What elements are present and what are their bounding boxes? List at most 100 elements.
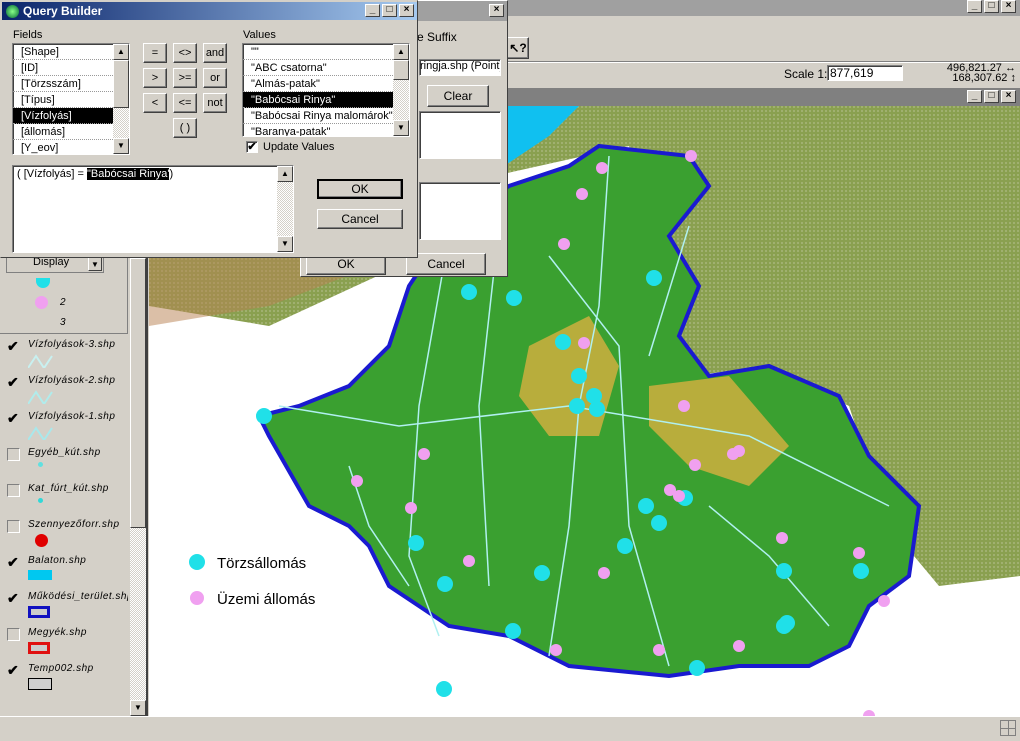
layer-item[interactable]: Egyéb_kút.shp (0, 444, 128, 480)
fields-scrollbar[interactable]: ▲ ▼ (113, 44, 129, 154)
uzemi-allomas-marker[interactable] (673, 490, 685, 502)
uzemi-allomas-marker[interactable] (598, 567, 610, 579)
uzemi-allomas-marker[interactable] (578, 337, 590, 349)
scale-input[interactable]: 877,619 (827, 65, 903, 81)
toc-scroll-thumb[interactable] (130, 258, 146, 528)
what-is-this-button[interactable]: ↖? (507, 37, 529, 59)
minimize-icon[interactable]: _ (967, 0, 982, 13)
uzemi-allomas-marker[interactable] (463, 555, 475, 567)
scroll-down-icon[interactable]: ▼ (113, 138, 129, 154)
torzsallomas-marker[interactable] (408, 535, 424, 551)
uzemi-allomas-marker[interactable] (776, 532, 788, 544)
expression-scrollbar[interactable]: ▲ ▼ (277, 166, 293, 252)
layer-visibility-checkbox[interactable] (7, 448, 20, 461)
uzemi-allomas-marker[interactable] (558, 238, 570, 250)
uzemi-allomas-marker[interactable] (351, 475, 363, 487)
equals-operator-button[interactable]: = (143, 43, 167, 63)
expression-textarea[interactable]: ( [Vízfolyás] = "Babócsai Rinya') (12, 165, 294, 253)
layer-item[interactable]: Kat_fúrt_kút.shp (0, 480, 128, 516)
fields-scroll-thumb[interactable] (113, 60, 129, 108)
torzsallomas-marker[interactable] (436, 681, 452, 697)
torzsallomas-marker[interactable] (853, 563, 869, 579)
clear-button[interactable]: Clear (427, 85, 489, 107)
minimize-icon[interactable]: _ (967, 90, 982, 103)
uzemi-allomas-marker[interactable] (678, 400, 690, 412)
layer-visibility-checkbox[interactable]: ✔ (7, 411, 20, 425)
cancel-button[interactable]: Cancel (317, 209, 403, 229)
not-equals-operator-button[interactable]: <> (173, 43, 197, 63)
torzsallomas-marker[interactable] (569, 398, 585, 414)
maximize-icon[interactable]: □ (984, 0, 999, 13)
minimize-icon[interactable]: _ (365, 4, 380, 17)
close-icon[interactable]: × (399, 4, 414, 17)
values-list[interactable]: "" "ABC csatorna" "Almás-patak" "Babócsai R… (242, 43, 410, 137)
scroll-up-icon[interactable]: ▲ (113, 44, 129, 60)
field-item[interactable]: [Típus] (13, 92, 129, 108)
torzsallomas-marker[interactable] (638, 498, 654, 514)
layer-visibility-checkbox[interactable]: ✔ (7, 591, 20, 605)
layer-visibility-checkbox[interactable]: ✔ (7, 555, 20, 569)
field-item[interactable]: [Törzsszám] (13, 76, 129, 92)
uzemi-allomas-marker[interactable] (853, 547, 865, 559)
torzsallomas-marker[interactable] (589, 401, 605, 417)
less-equal-operator-button[interactable]: <= (173, 93, 197, 113)
value-item[interactable]: "ABC csatorna" (243, 60, 409, 76)
map-window-controls[interactable]: _ □ × (965, 90, 1016, 103)
layer-item[interactable]: ✔ Vízfolyások-1.shp (0, 408, 128, 444)
back-cancel-button[interactable]: Cancel (406, 253, 486, 275)
value-item[interactable]: "Babócsai Rinya" (243, 92, 409, 108)
scroll-up-icon[interactable]: ▲ (277, 166, 293, 182)
layer-item[interactable]: ✔ Temp002.shp (0, 660, 128, 696)
torzsallomas-marker[interactable] (651, 515, 667, 531)
update-values-checkbox[interactable]: ✔ (246, 141, 258, 153)
field-item[interactable]: [állomás] (13, 124, 129, 140)
close-icon[interactable]: × (1001, 0, 1016, 13)
torzsallomas-marker[interactable] (461, 284, 477, 300)
layer-item[interactable]: Megyék.shp (0, 624, 128, 660)
torzsallomas-marker[interactable] (776, 563, 792, 579)
value-item[interactable]: "Baranya-patak" (243, 124, 409, 136)
parentheses-operator-button[interactable]: ( ) (173, 118, 197, 138)
torzsallomas-marker[interactable] (779, 615, 795, 631)
greater-equal-operator-button[interactable]: >= (173, 68, 197, 88)
toc-scrollbar[interactable]: ▼ (130, 258, 146, 716)
layer-visibility-checkbox[interactable]: ✔ (7, 339, 20, 353)
values-scroll-thumb[interactable] (393, 60, 409, 80)
method-box[interactable] (419, 111, 501, 159)
layer-visibility-checkbox[interactable] (7, 628, 20, 641)
scroll-down-icon[interactable]: ▼ (393, 120, 409, 136)
chevron-down-icon[interactable]: ▼ (88, 257, 102, 271)
uzemi-allomas-marker[interactable] (689, 459, 701, 471)
layer-visibility-checkbox[interactable]: ✔ (7, 375, 20, 389)
torzsallomas-marker[interactable] (571, 368, 587, 384)
layer-item[interactable]: ✔ Vízfolyások-2.shp (0, 372, 128, 408)
maximize-icon[interactable]: □ (984, 90, 999, 103)
layer-visibility-checkbox[interactable]: ✔ (7, 663, 20, 677)
uzemi-allomas-marker[interactable] (733, 640, 745, 652)
uzemi-allomas-marker[interactable] (405, 502, 417, 514)
uzemi-allomas-marker[interactable] (550, 644, 562, 656)
torzsallomas-marker[interactable] (534, 565, 550, 581)
expression-box[interactable] (419, 182, 501, 240)
field-item[interactable]: [Y_eov] (13, 140, 129, 154)
field-item[interactable]: [ID] (13, 60, 129, 76)
uzemi-allomas-marker[interactable] (576, 188, 588, 200)
not-operator-button[interactable]: not (203, 93, 227, 113)
layer-visibility-checkbox[interactable] (7, 520, 20, 533)
value-item[interactable]: "" (243, 44, 409, 60)
query-builder-controls[interactable]: _ □ × (363, 4, 414, 17)
resize-grip-icon[interactable] (1000, 720, 1016, 736)
torzsallomas-marker[interactable] (555, 334, 571, 350)
uzemi-allomas-marker[interactable] (653, 644, 665, 656)
less-operator-button[interactable]: < (143, 93, 167, 113)
torzsallomas-marker[interactable] (646, 270, 662, 286)
layer-item[interactable]: Szennyezőforr.shp (0, 516, 128, 552)
torzsallomas-marker[interactable] (505, 623, 521, 639)
layer-item[interactable]: ✔ Működési_terület.shp (0, 588, 128, 624)
value-item[interactable]: "Babócsai Rinya malomárok" (243, 108, 409, 124)
scroll-down-icon[interactable]: ▼ (130, 700, 146, 716)
field-item[interactable]: [Shape] (13, 44, 129, 60)
uzemi-allomas-marker[interactable] (596, 162, 608, 174)
torzsallomas-marker[interactable] (689, 660, 705, 676)
uzemi-allomas-marker[interactable] (418, 448, 430, 460)
